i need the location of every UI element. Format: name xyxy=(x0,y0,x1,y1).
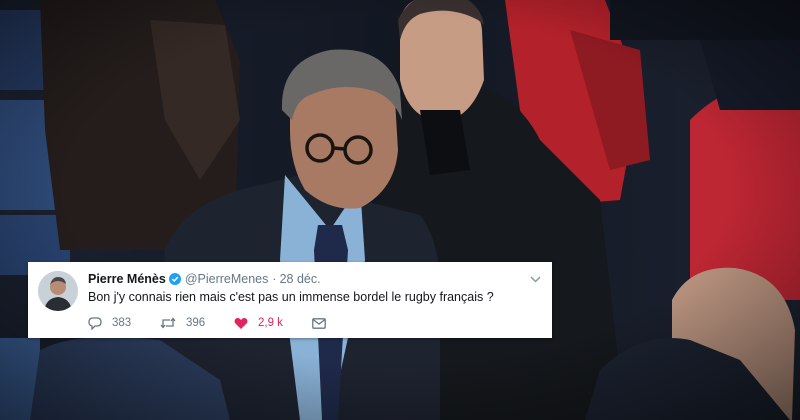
reply-button[interactable]: 383 xyxy=(88,316,160,330)
avatar[interactable] xyxy=(38,271,78,311)
tweet-header: Pierre Ménès @PierreMenes · 28 déc. xyxy=(88,271,321,287)
retweet-icon xyxy=(160,317,176,329)
chevron-down-icon[interactable] xyxy=(528,272,542,286)
like-count: 2,9 k xyxy=(258,317,283,329)
background-photo xyxy=(0,0,800,420)
handle[interactable]: @PierreMenes xyxy=(185,272,269,286)
retweet-button[interactable]: 396 xyxy=(160,317,234,329)
tweet-text: Bon j'y connais rien mais c'est pas un i… xyxy=(88,290,494,304)
tweet-date[interactable]: 28 déc. xyxy=(280,272,321,286)
heart-icon xyxy=(234,317,248,330)
tweet-card[interactable]: Pierre Ménès @PierreMenes · 28 déc. Bon … xyxy=(28,262,552,338)
direct-message-icon xyxy=(312,317,326,329)
reply-icon xyxy=(88,316,102,330)
separator-dot: · xyxy=(272,272,277,286)
display-name[interactable]: Pierre Ménès xyxy=(88,272,166,286)
like-button[interactable]: 2,9 k xyxy=(234,317,312,330)
direct-message-button[interactable] xyxy=(312,317,336,329)
reply-count: 383 xyxy=(112,317,132,329)
retweet-count: 396 xyxy=(186,317,206,329)
avatar-photo xyxy=(38,271,78,311)
tweet-actions: 383 396 2,9 k xyxy=(88,315,336,331)
verified-badge-icon xyxy=(168,273,181,285)
